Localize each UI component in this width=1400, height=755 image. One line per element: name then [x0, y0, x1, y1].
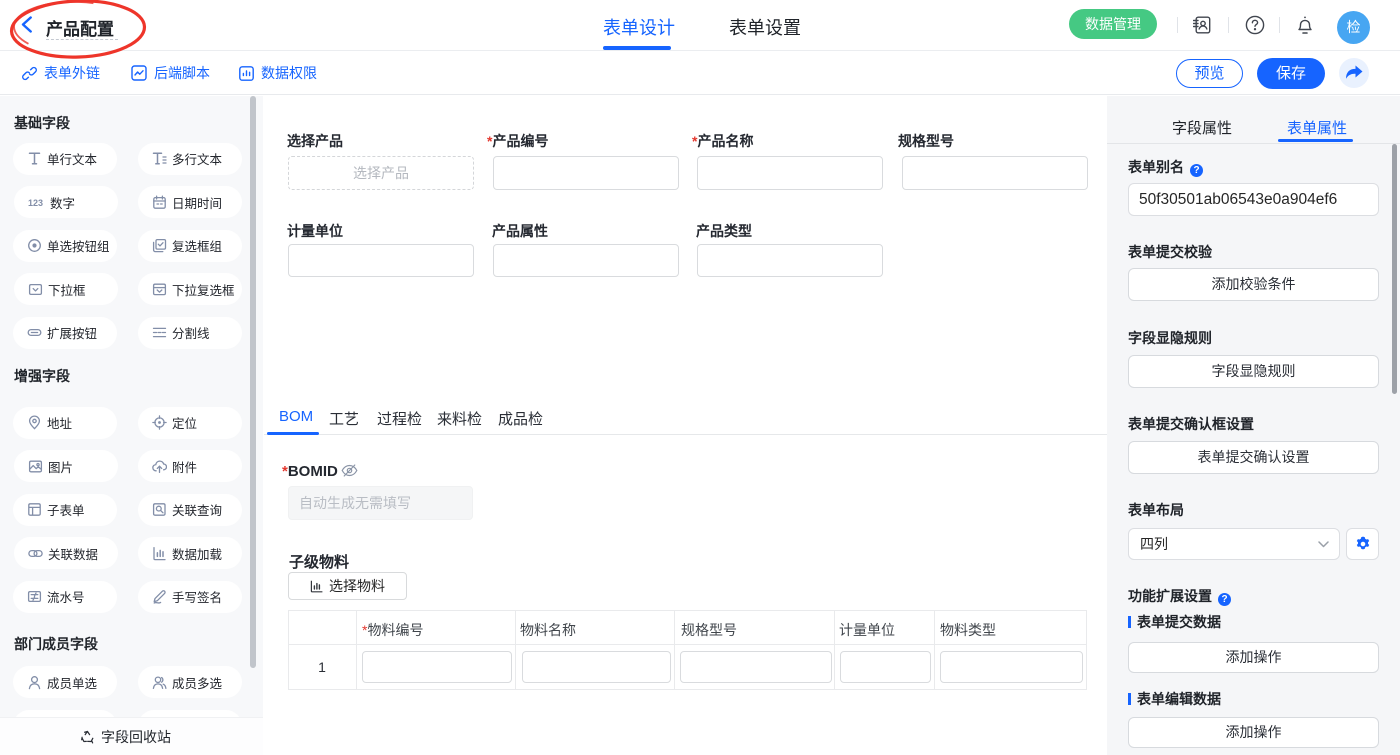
svg-text:123: 123: [28, 198, 43, 208]
